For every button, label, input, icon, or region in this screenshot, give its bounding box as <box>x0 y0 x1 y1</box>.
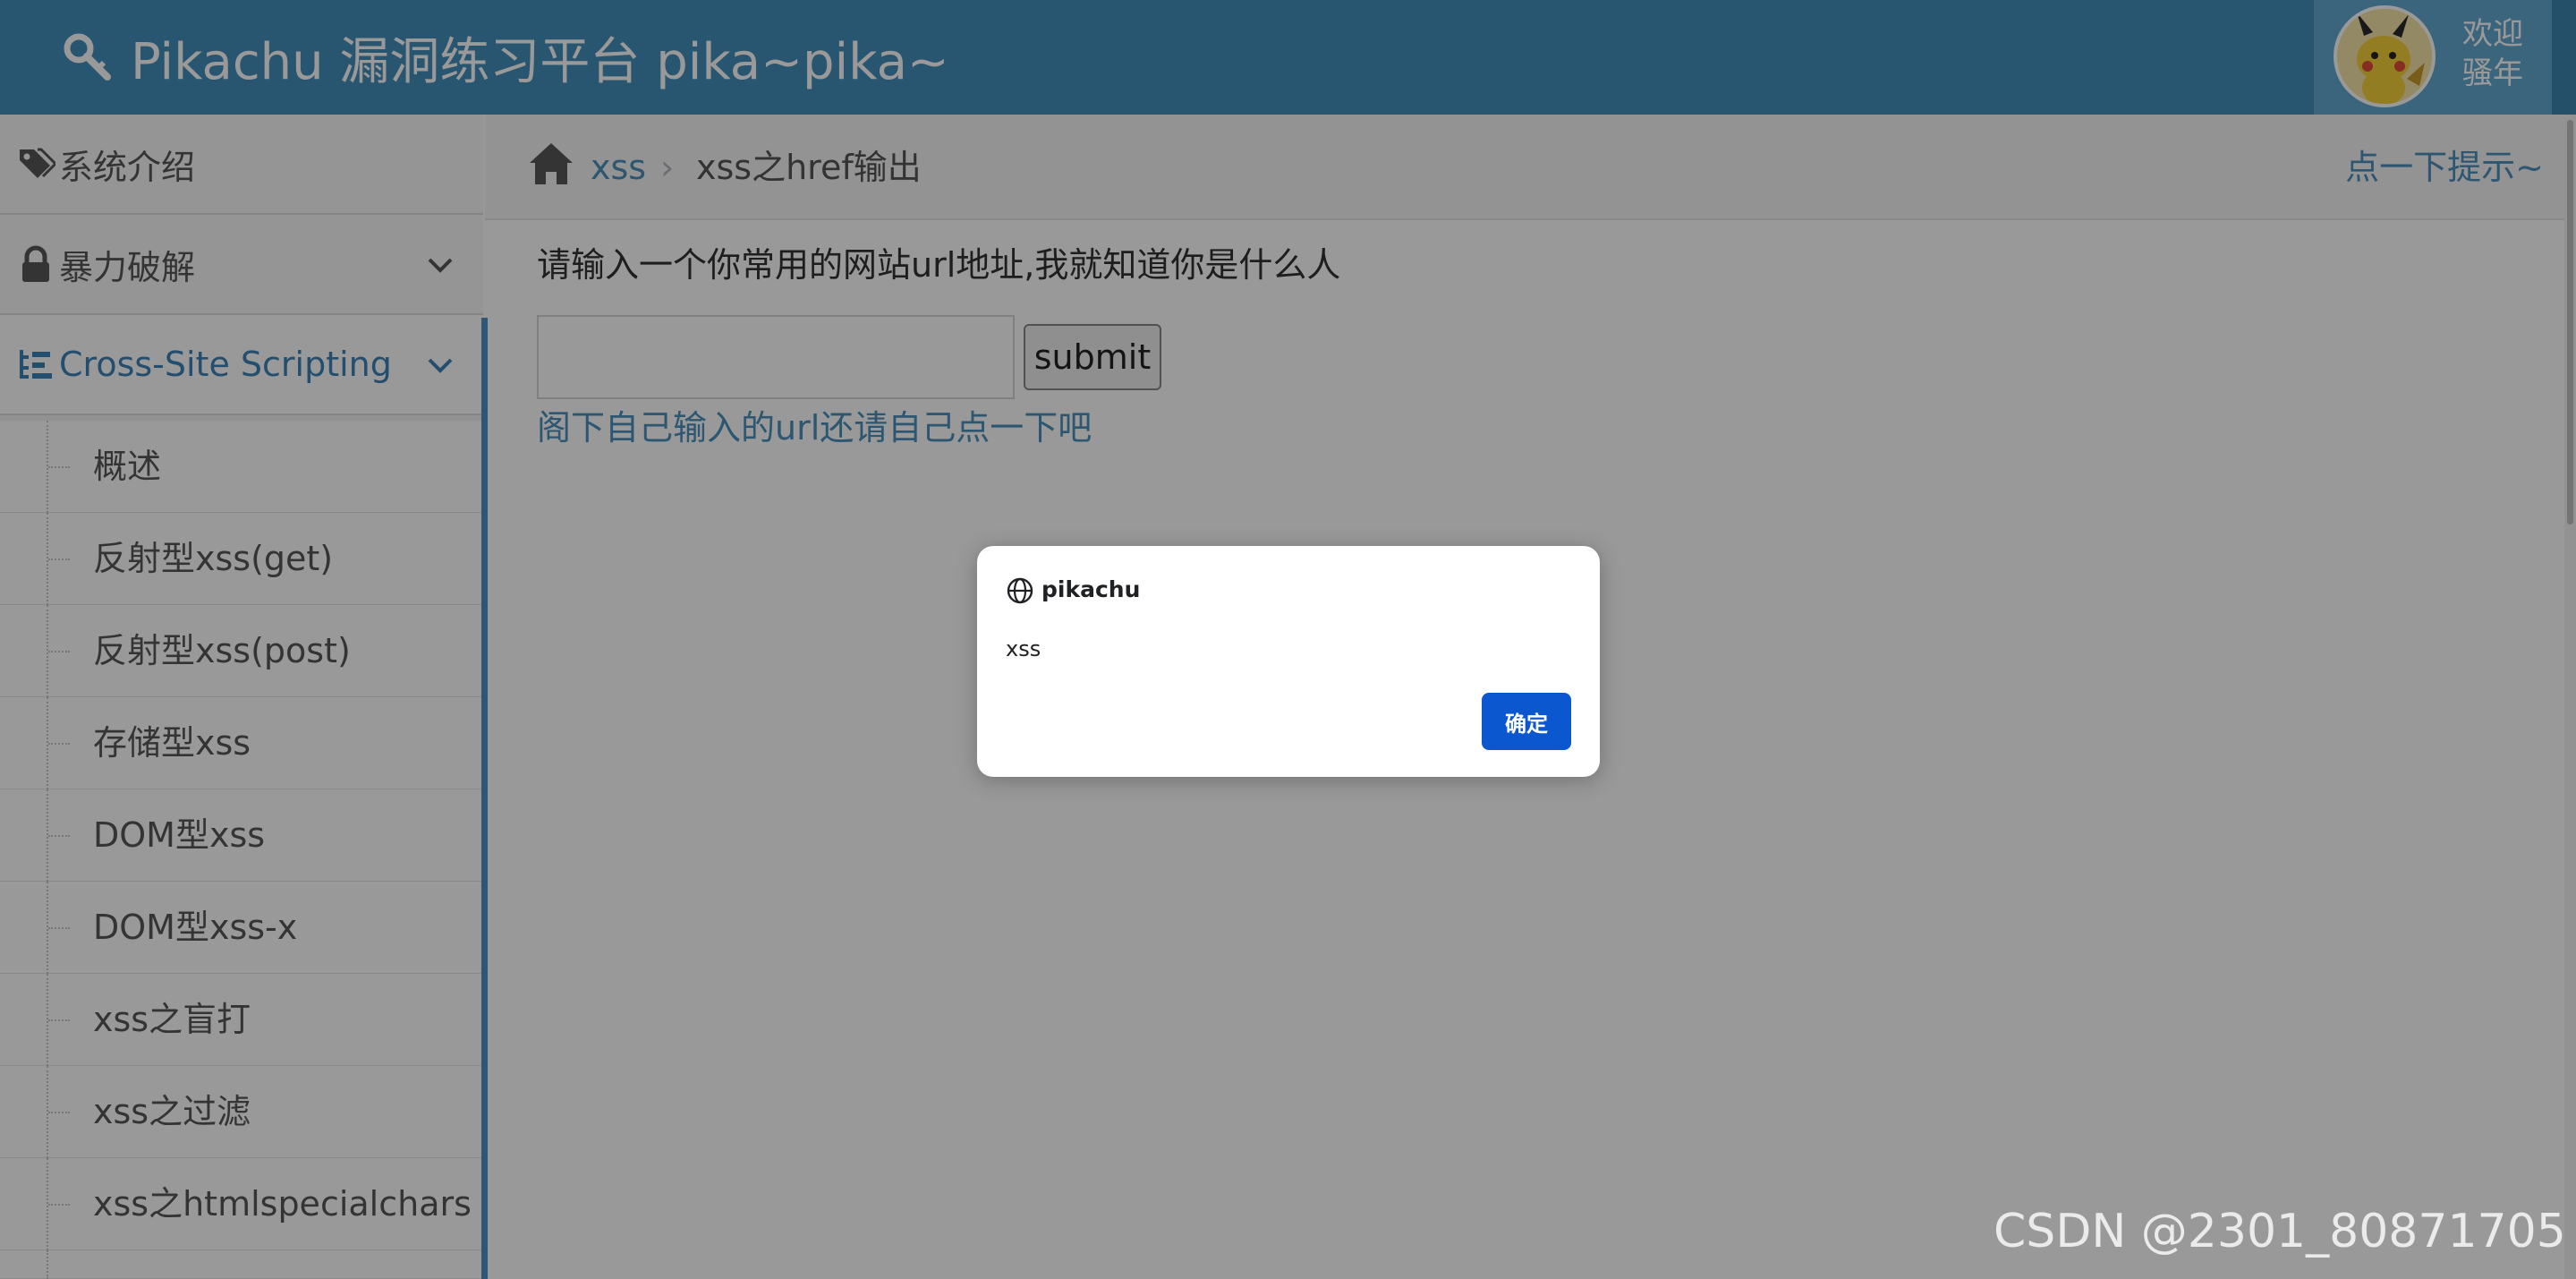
dialog-message: xss <box>1006 636 1041 661</box>
dialog-ok-button[interactable]: 确定 <box>1482 693 1571 750</box>
page: Pikachu 漏洞练习平台 pika~pika~ 欢迎 骚年 系统介绍 暴力破… <box>0 0 2576 1279</box>
dialog-origin: pikachu <box>1041 576 1141 602</box>
watermark: CSDN @2301_80871705 <box>1994 1205 2566 1258</box>
globe-icon <box>1007 577 1033 604</box>
alert-dialog: pikachu xss 确定 <box>977 546 1600 777</box>
